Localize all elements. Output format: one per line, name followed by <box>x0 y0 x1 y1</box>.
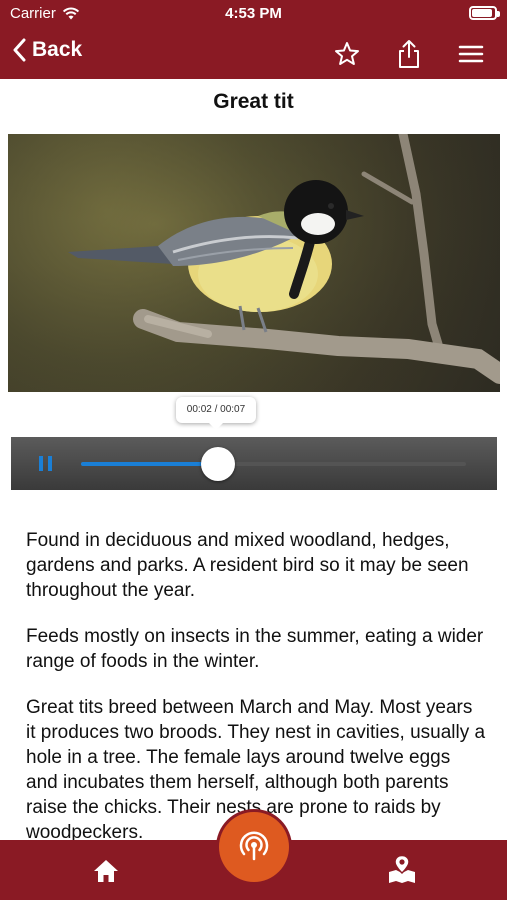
battery-icon <box>469 6 500 20</box>
bird-photo <box>8 134 500 392</box>
share-icon[interactable] <box>393 38 425 70</box>
clock: 4:53 PM <box>225 5 282 22</box>
star-icon[interactable] <box>331 38 363 70</box>
pause-bar-right <box>48 456 52 471</box>
page-title: Great tit <box>213 90 294 113</box>
description-paragraph: Feeds mostly on insects in the summer, e… <box>26 626 484 672</box>
pause-bar-left <box>39 456 43 471</box>
menu-icon[interactable] <box>455 38 487 70</box>
map-icon[interactable] <box>386 854 418 884</box>
back-label: Back <box>32 38 83 61</box>
description-paragraph: Found in deciduous and mixed woodland, h… <box>26 530 469 601</box>
chevron-left-icon <box>13 38 26 62</box>
listen-button[interactable] <box>219 812 289 882</box>
home-icon[interactable] <box>92 858 120 884</box>
bird-illustration <box>8 134 500 392</box>
audio-scrubber-handle[interactable] <box>201 447 235 481</box>
navigation-bar: Back <box>0 28 507 79</box>
nav-actions <box>331 38 487 70</box>
audio-progress-played <box>81 462 218 466</box>
back-button[interactable]: Back <box>12 38 82 62</box>
app-screen: Carrier 4:53 PM Back Great tit 00:02 / 0… <box>0 0 507 900</box>
playback-time-tooltip: 00:02 / 00:07 <box>176 397 256 430</box>
pause-button[interactable] <box>39 456 53 471</box>
status-bar: Carrier 4:53 PM <box>0 0 507 28</box>
audio-progress-track[interactable] <box>81 447 466 481</box>
listen-icon <box>239 831 269 861</box>
audio-player <box>11 437 497 490</box>
